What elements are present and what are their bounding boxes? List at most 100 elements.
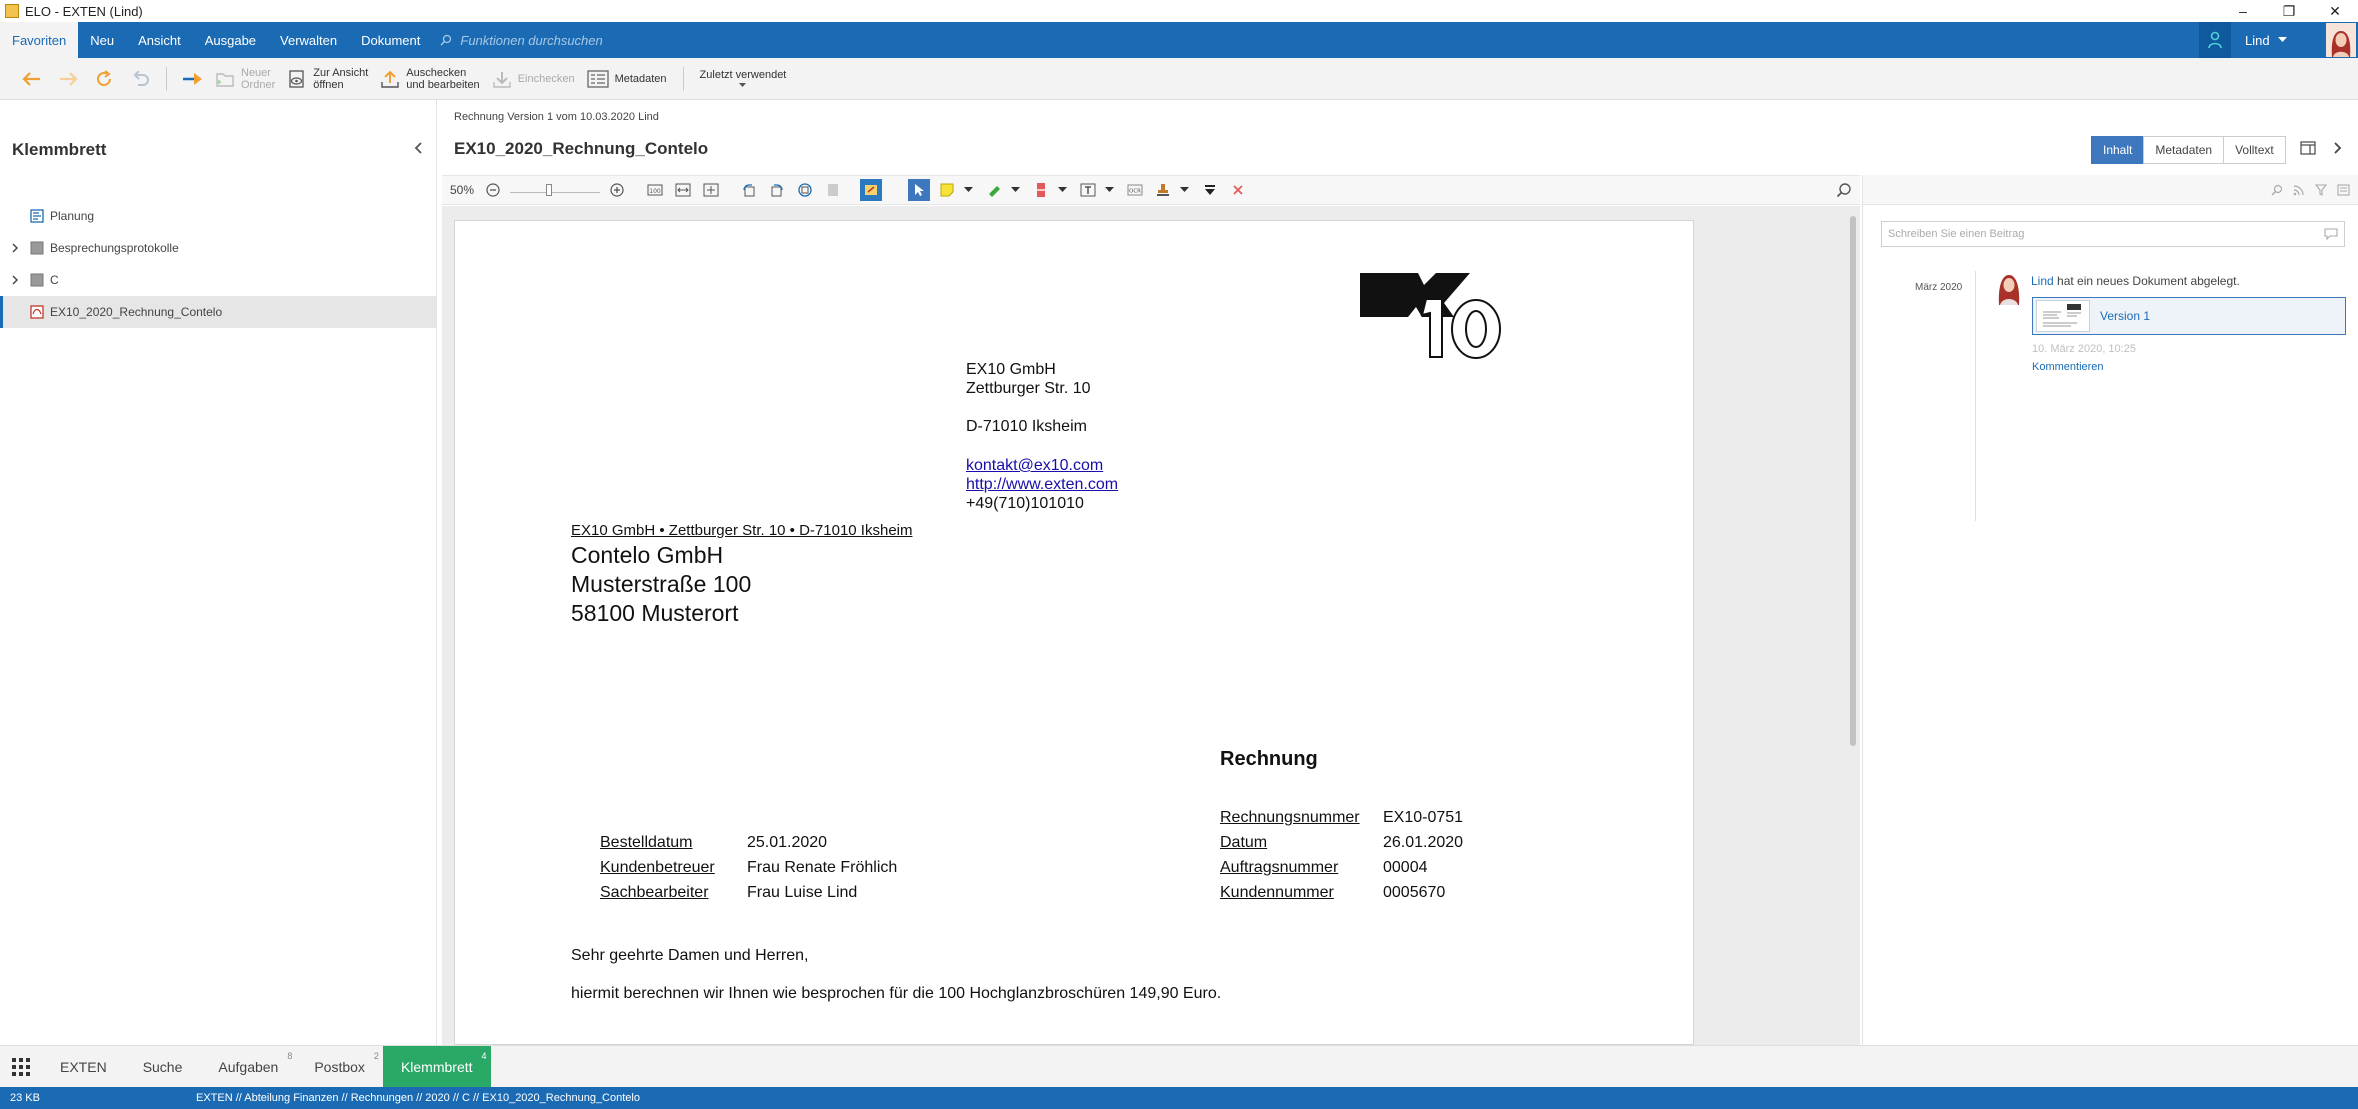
menu-verwalten[interactable]: Verwalten <box>268 22 349 58</box>
user-status-button[interactable] <box>2199 22 2231 58</box>
metadata-label: Metadaten <box>614 72 667 85</box>
goto-button[interactable] <box>175 61 211 97</box>
company-email-link[interactable]: kontakt@ex10.com <box>966 457 1103 475</box>
tab-aufgaben[interactable]: Aufgaben 8 <box>200 1046 296 1088</box>
annotation-toggle-button[interactable] <box>860 179 883 201</box>
feed-entry-user[interactable]: Lind <box>2031 274 2054 288</box>
print-preview-button[interactable] <box>822 179 844 201</box>
actual-size-button[interactable]: 100 <box>644 179 666 201</box>
view-tabs: Inhalt Metadaten Volltext <box>2091 136 2286 164</box>
menu-dokument[interactable]: Dokument <box>349 22 432 58</box>
tree-item-label: Planung <box>50 209 95 223</box>
menu-favoriten[interactable]: Favoriten <box>0 22 79 58</box>
text-dropdown[interactable] <box>1105 187 1115 193</box>
viewer-scrollbar[interactable] <box>1850 216 1856 746</box>
version-card[interactable]: Version 1 <box>2032 297 2346 335</box>
marker-dropdown[interactable] <box>1011 187 1021 193</box>
text-tool[interactable] <box>1077 179 1099 201</box>
rotate-right-button[interactable] <box>766 179 788 201</box>
checkout-edit-button[interactable]: Auschecken und bearbeiten <box>376 61 487 97</box>
user-avatar[interactable] <box>2326 23 2356 57</box>
undo-button[interactable] <box>122 61 158 97</box>
chevron-left-icon <box>414 142 422 154</box>
next-button[interactable] <box>2334 142 2342 154</box>
sticky-note-dropdown[interactable] <box>964 187 974 193</box>
folder-icon <box>30 241 44 255</box>
minimize-button[interactable]: – <box>2220 0 2266 22</box>
collapse-panel-button[interactable] <box>414 142 422 154</box>
back-button[interactable] <box>14 61 50 97</box>
tab-klemmbrett[interactable]: Klemmbrett 4 <box>382 1045 491 1088</box>
function-search-placeholder: Funktionen durchsuchen <box>460 32 603 48</box>
menu-ausgabe[interactable]: Ausgabe <box>193 22 268 58</box>
close-button[interactable]: ✕ <box>2312 0 2358 22</box>
comment-link[interactable]: Kommentieren <box>2032 361 2104 373</box>
strikeout-dropdown[interactable] <box>1058 187 1068 193</box>
company-web-link[interactable]: http://www.exten.com <box>966 476 1118 494</box>
arrow-right-icon <box>60 71 78 86</box>
menu-ansicht[interactable]: Ansicht <box>126 22 193 58</box>
company-phone: +49(710)101010 <box>966 495 1084 512</box>
tree-item-besprechungsprotokolle[interactable]: Besprechungsprotokolle <box>0 232 436 264</box>
tree-item-planung[interactable]: Planung <box>0 200 436 232</box>
zoom-in-button[interactable] <box>606 179 628 201</box>
search-icon[interactable] <box>2271 184 2283 196</box>
tab-volltext[interactable]: Volltext <box>2223 136 2286 164</box>
marker-icon <box>989 186 1001 197</box>
more-tools-button[interactable] <box>1199 179 1221 201</box>
marker-tool[interactable] <box>983 179 1005 201</box>
rotate-page-button[interactable] <box>794 179 816 201</box>
new-post-input[interactable]: Schreiben Sie einen Beitrag <box>1881 221 2345 247</box>
stamp-dropdown[interactable] <box>1180 187 1190 193</box>
tree-item-c[interactable]: C <box>0 264 436 296</box>
panel-icon[interactable] <box>2337 183 2350 196</box>
tab-inhalt[interactable]: Inhalt <box>2091 136 2145 164</box>
recent-dropdown[interactable]: Zuletzt verwendet <box>692 61 795 97</box>
sticky-note-icon <box>940 183 954 197</box>
tab-postbox[interactable]: Postbox 2 <box>296 1046 383 1088</box>
restore-button[interactable]: ❐ <box>2266 0 2312 22</box>
filter-icon[interactable] <box>2315 183 2327 196</box>
tab-metadaten[interactable]: Metadaten <box>2143 136 2225 164</box>
ex10-logo <box>1360 273 1501 359</box>
menu-neu[interactable]: Neu <box>78 22 126 58</box>
function-search[interactable]: Funktionen durchsuchen <box>440 32 603 48</box>
tree-item-invoice-document[interactable]: EX10_2020_Rechnung_Contelo <box>0 296 436 328</box>
chevron-down-icon <box>1180 187 1190 192</box>
refresh-button[interactable] <box>86 61 122 97</box>
fit-width-button[interactable] <box>672 179 694 201</box>
comment-bubble-icon[interactable] <box>2324 227 2338 241</box>
rotate-left-button[interactable] <box>738 179 760 201</box>
zoom-slider[interactable] <box>510 179 601 201</box>
tab-label: Postbox <box>314 1058 365 1075</box>
user-menu[interactable]: Lind <box>2231 33 2326 48</box>
checkin-icon <box>492 71 511 88</box>
undo-icon <box>133 70 149 86</box>
strikeout-tool[interactable] <box>1030 179 1052 201</box>
zoom-slider-thumb[interactable] <box>546 184 553 196</box>
tab-exten[interactable]: EXTEN <box>42 1046 125 1088</box>
ocr-tool[interactable]: OCR <box>1124 179 1146 201</box>
rss-icon[interactable] <box>2293 184 2305 196</box>
delete-annotation-button[interactable] <box>1227 179 1249 201</box>
tab-suche[interactable]: Suche <box>125 1046 201 1088</box>
select-tool-button[interactable] <box>908 179 931 201</box>
stamp-tool[interactable] <box>1152 179 1174 201</box>
chevron-right-icon[interactable] <box>12 243 18 253</box>
page-grey-icon <box>828 184 839 196</box>
zoom-out-button[interactable] <box>482 179 504 201</box>
checkin-button[interactable]: Einchecken <box>488 61 583 97</box>
document-viewer[interactable]: EX10 GmbH Zettburger Str. 10 D-71010 Iks… <box>442 206 1860 1045</box>
open-view-button[interactable]: Zur Ansicht öffnen <box>283 61 376 97</box>
viewer-search-button[interactable] <box>1836 182 1852 198</box>
metadata-button[interactable]: Metadaten <box>583 61 675 97</box>
new-folder-button[interactable]: Neuer Ordner <box>211 61 283 97</box>
refresh-icon <box>97 69 111 86</box>
layout-toggle-button[interactable] <box>2300 141 2316 155</box>
sticky-note-tool[interactable] <box>936 179 958 201</box>
app-grid-button[interactable] <box>0 1046 42 1088</box>
fit-page-button[interactable] <box>700 179 722 201</box>
chevron-right-icon[interactable] <box>12 275 18 285</box>
document-path[interactable]: EXTEN // Abteilung Finanzen // Rechnunge… <box>196 1092 640 1104</box>
forward-button[interactable] <box>50 61 86 97</box>
